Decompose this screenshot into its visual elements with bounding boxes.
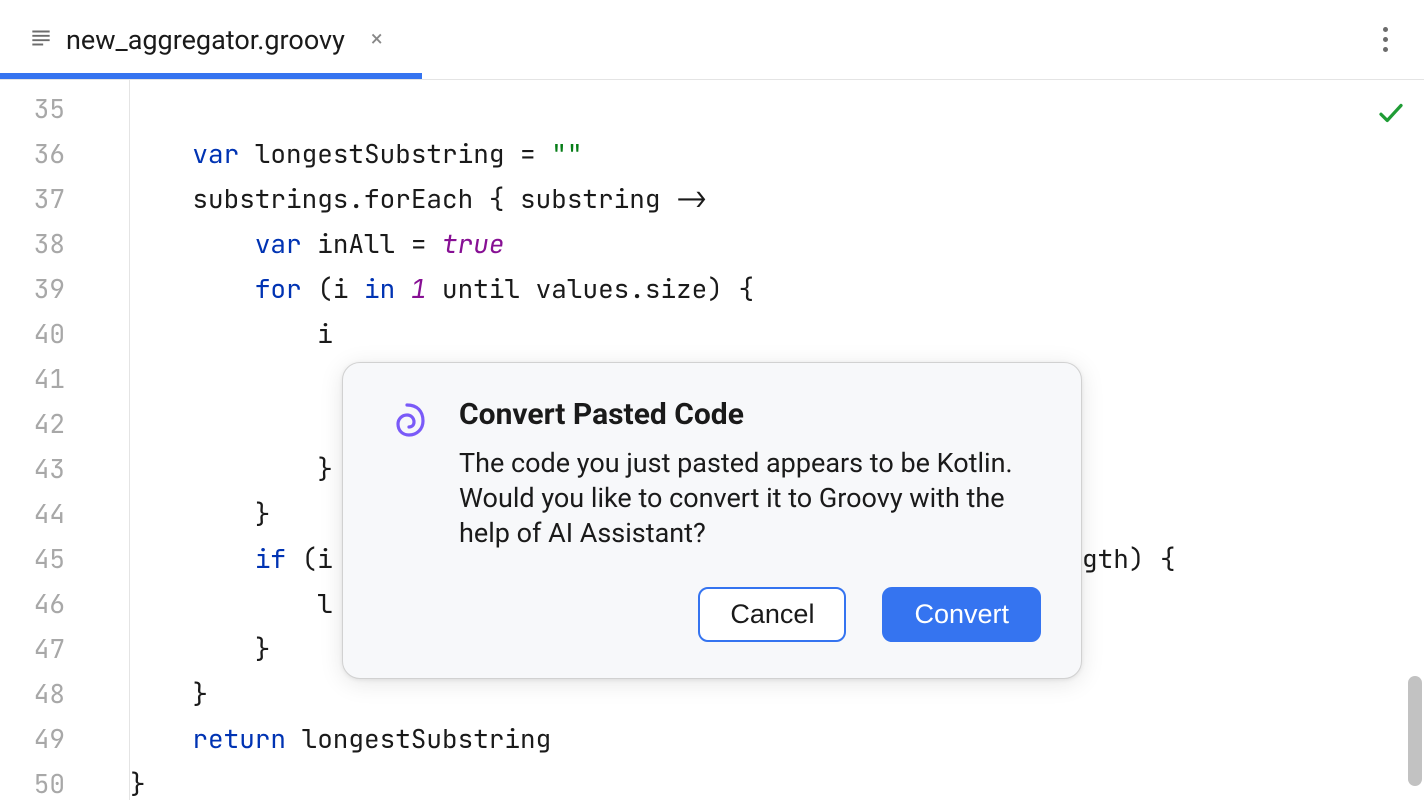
vertical-scrollbar-thumb[interactable] bbox=[1408, 676, 1422, 786]
code-line: } bbox=[130, 761, 1424, 800]
line-number: 41 bbox=[0, 356, 129, 401]
code-editor[interactable]: 35363738394041424344454647484950 var lon… bbox=[0, 80, 1424, 800]
line-number: 47 bbox=[0, 626, 129, 671]
code-line: var longestSubstring = "" bbox=[130, 131, 1424, 176]
line-number: 45 bbox=[0, 536, 129, 581]
line-number: 44 bbox=[0, 491, 129, 536]
code-line bbox=[130, 86, 1424, 131]
line-number-gutter: 35363738394041424344454647484950 bbox=[0, 80, 130, 800]
code-line: for (i in 1 until values.size) { bbox=[130, 266, 1424, 311]
line-number: 46 bbox=[0, 581, 129, 626]
file-text-icon bbox=[28, 25, 54, 55]
dialog-title: Convert Pasted Code bbox=[459, 397, 1041, 432]
code-line: i bbox=[130, 311, 1424, 356]
line-number: 43 bbox=[0, 446, 129, 491]
active-tab-indicator bbox=[0, 73, 422, 79]
editor-tab[interactable]: new_aggregator.groovy × bbox=[0, 0, 407, 79]
code-line: var inAll = true bbox=[130, 221, 1424, 266]
close-tab-button[interactable]: × bbox=[371, 27, 383, 52]
line-number: 50 bbox=[0, 761, 129, 800]
line-number: 36 bbox=[0, 131, 129, 176]
ai-assistant-icon bbox=[383, 397, 431, 449]
tab-filename: new_aggregator.groovy bbox=[66, 24, 345, 56]
convert-code-dialog: Convert Pasted Code The code you just pa… bbox=[342, 362, 1082, 679]
tab-overflow-menu[interactable] bbox=[1377, 21, 1394, 58]
line-number: 49 bbox=[0, 716, 129, 761]
line-number: 35 bbox=[0, 86, 129, 131]
checkmark-icon bbox=[1376, 98, 1406, 132]
line-number: 42 bbox=[0, 401, 129, 446]
convert-button[interactable]: Convert bbox=[882, 587, 1041, 642]
code-line: substrings.forEach { substring -> bbox=[130, 176, 1424, 221]
dialog-body: The code you just pasted appears to be K… bbox=[459, 446, 1041, 551]
editor-tab-bar: new_aggregator.groovy × bbox=[0, 0, 1424, 80]
line-number: 40 bbox=[0, 311, 129, 356]
code-line: return longestSubstring bbox=[130, 716, 1424, 761]
cancel-button[interactable]: Cancel bbox=[698, 587, 846, 642]
line-number: 37 bbox=[0, 176, 129, 221]
line-number: 48 bbox=[0, 671, 129, 716]
line-number: 39 bbox=[0, 266, 129, 311]
line-number: 38 bbox=[0, 221, 129, 266]
